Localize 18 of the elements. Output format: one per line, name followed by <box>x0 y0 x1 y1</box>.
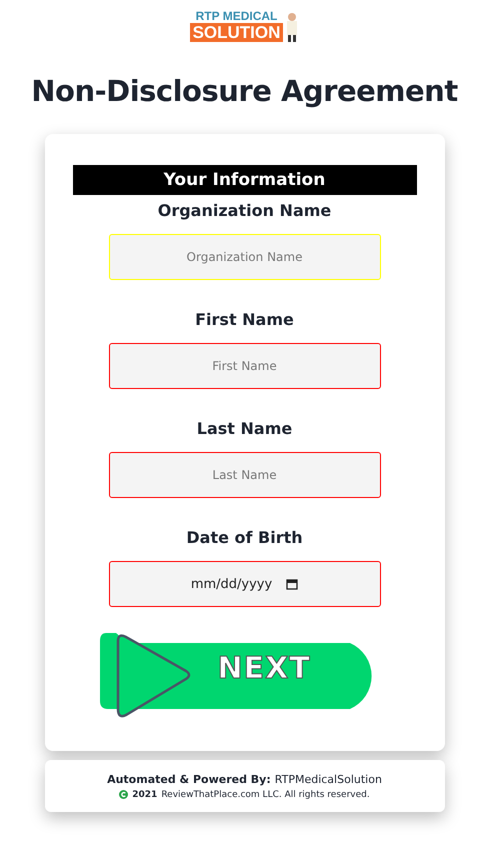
powered-label: Automated & Powered By: <box>107 772 271 786</box>
field-label: Date of Birth <box>186 528 303 549</box>
logo-text: SOLUTION <box>190 23 284 42</box>
page-title: Non-Disclosure Agreement <box>31 74 458 108</box>
copyright-year: 2021 <box>132 790 158 800</box>
field-label: Last Name <box>196 419 292 440</box>
field-label: Organization Name <box>158 201 332 222</box>
section-title: Your Information <box>72 165 416 195</box>
powered-name: RTPMedicalSolution <box>274 772 382 786</box>
copyright-icon <box>119 790 128 799</box>
doctor-icon <box>285 12 300 42</box>
field-label: First Name <box>195 310 294 331</box>
input-field[interactable]: Last Name <box>108 452 380 498</box>
logo-text: RTP MEDICAL <box>196 10 278 23</box>
calendar-icon[interactable] <box>286 578 298 590</box>
date-field[interactable]: mm/dd/yyyy <box>108 561 380 607</box>
copyright-text: ReviewThatPlace.com LLC. All rights reserved. <box>161 790 370 800</box>
input-field[interactable]: First Name <box>108 343 380 389</box>
